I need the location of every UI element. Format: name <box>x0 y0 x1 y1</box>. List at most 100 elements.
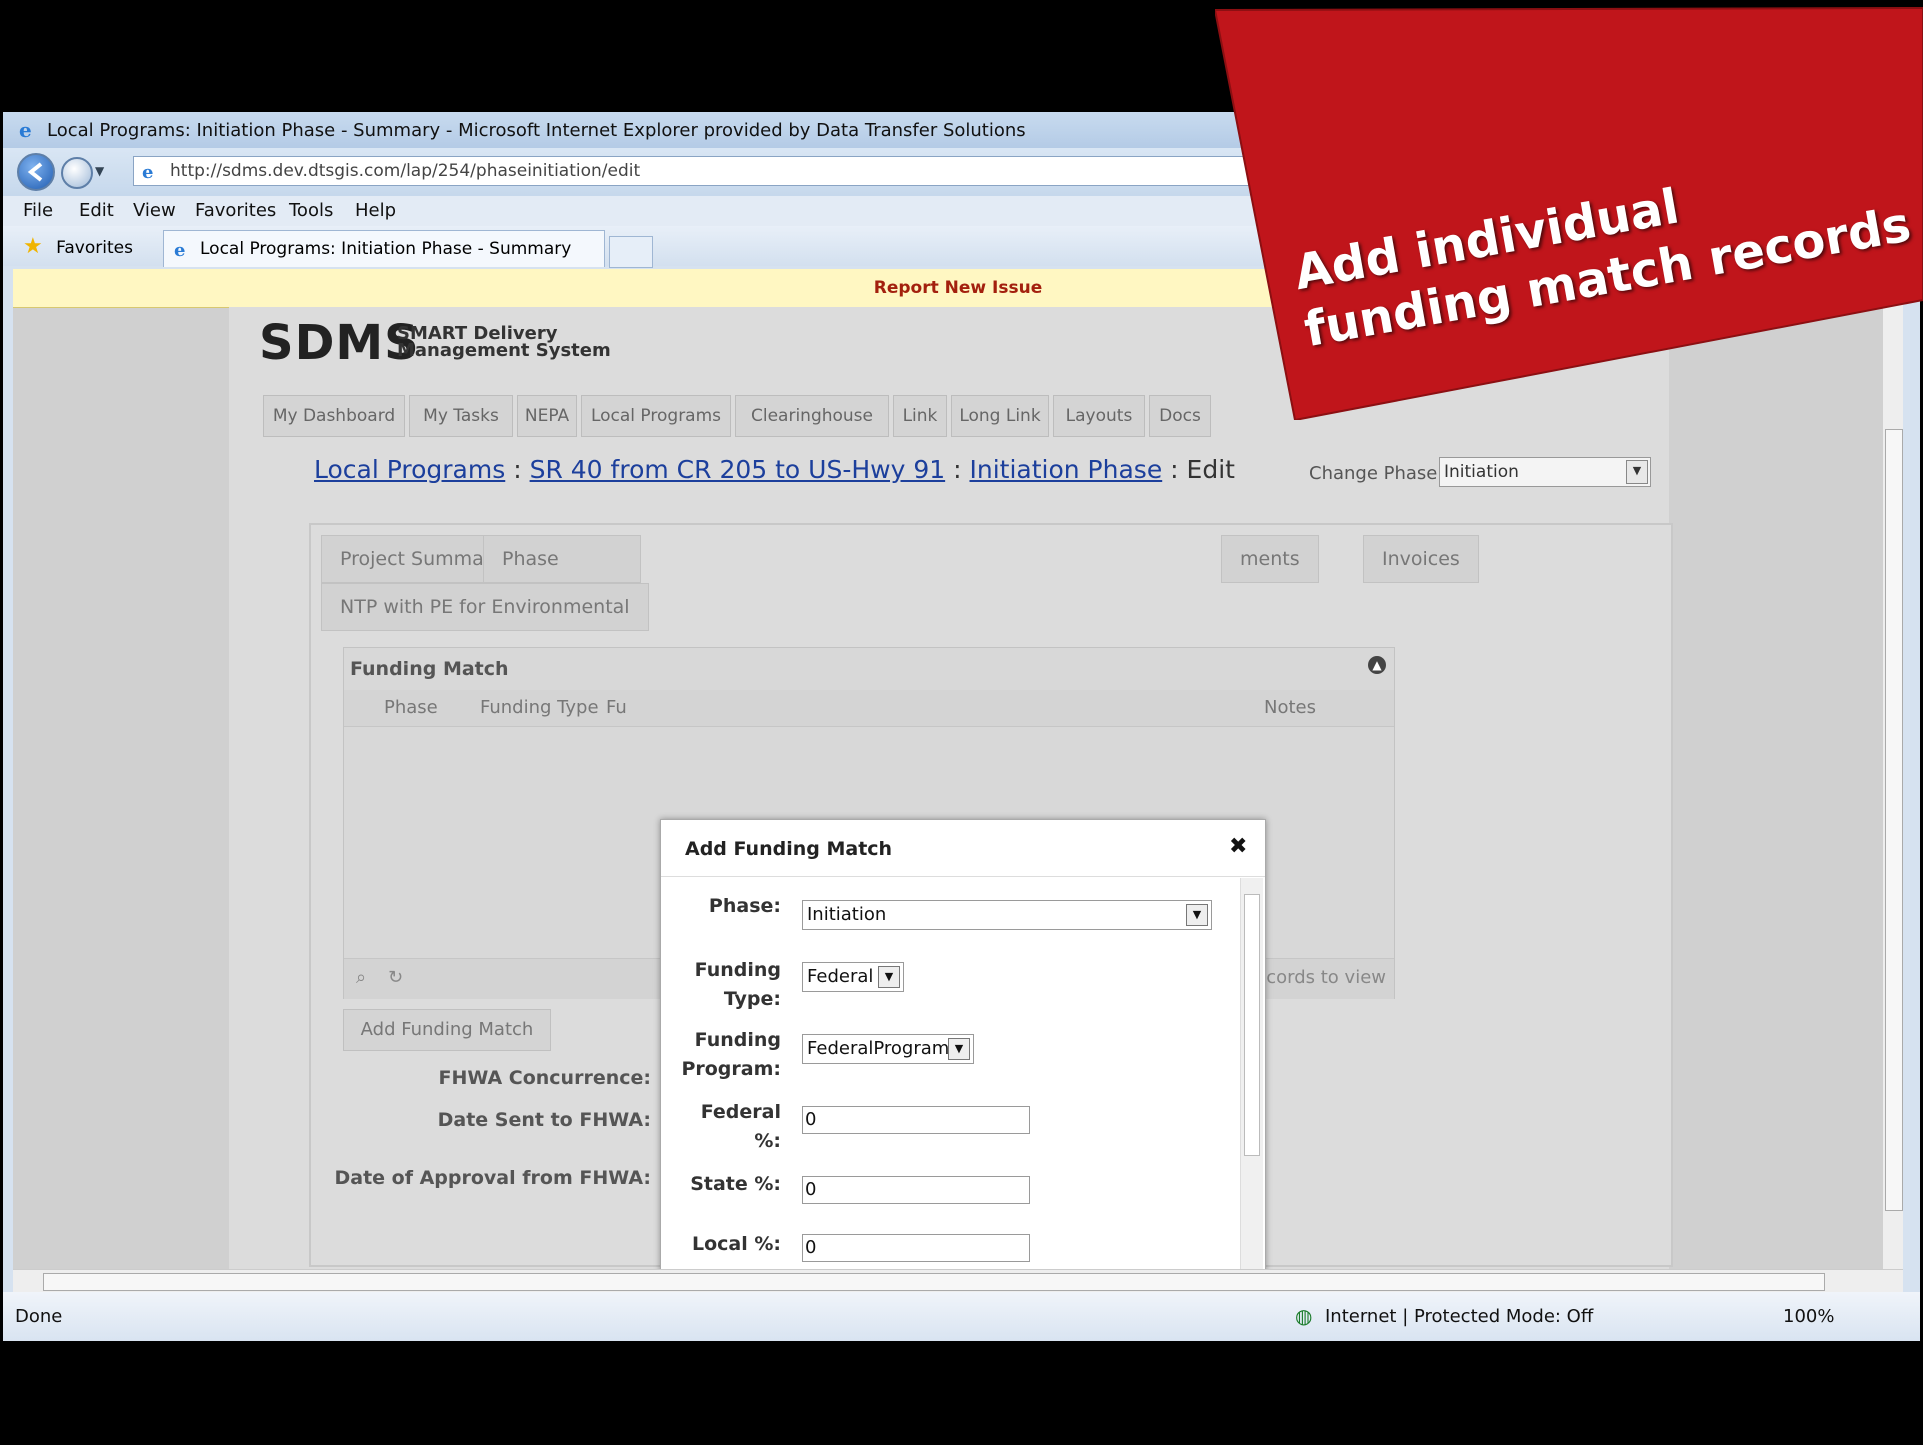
dialog-scrollbar[interactable] <box>1240 878 1263 1269</box>
nav-tab-nepa[interactable]: NEPA <box>517 395 577 437</box>
breadcrumb-local-programs[interactable]: Local Programs <box>314 455 505 484</box>
nav-tab-my-dashboard[interactable]: My Dashboard <box>263 395 405 437</box>
federal-percent-label: Federal %: <box>661 1098 781 1156</box>
status-text: Done <box>15 1306 63 1327</box>
grid-title: Funding Match <box>350 658 509 680</box>
breadcrumb-edit: : Edit <box>1170 455 1235 484</box>
federal-percent-input[interactable]: 0 <box>802 1106 1030 1134</box>
vertical-scroll-thumb[interactable] <box>1885 429 1903 1211</box>
horizontal-scrollbar[interactable] <box>13 1269 1903 1292</box>
funding-program-label: Funding Program: <box>661 1026 781 1084</box>
menu-file[interactable]: File <box>23 200 53 221</box>
tab-attachments[interactable]: ments <box>1221 535 1319 583</box>
add-funding-match-dialog: Add Funding Match ✖ Phase: Initiation ▼ … <box>660 819 1266 1269</box>
funding-program-select[interactable]: FederalProgram ▼ <box>802 1034 974 1064</box>
dialog-scroll-thumb[interactable] <box>1244 894 1260 1156</box>
state-percent-input[interactable]: 0 <box>802 1176 1030 1204</box>
date-approval-label: Date of Approval from FHWA: <box>334 1167 651 1189</box>
funding-type-value: Federal <box>807 966 874 987</box>
federal-percent-label-line2: %: <box>754 1130 781 1152</box>
globe-icon: ◍ <box>1295 1304 1313 1328</box>
tab-ie-icon: e <box>174 240 185 259</box>
add-funding-match-button[interactable]: Add Funding Match <box>343 1009 551 1051</box>
tab-label: Local Programs: Initiation Phase - Summa… <box>200 239 572 259</box>
breadcrumb-phase[interactable]: Initiation Phase <box>969 455 1162 484</box>
breadcrumb: Local Programs : SR 40 from CR 205 to US… <box>314 455 1235 484</box>
federal-percent-label-line1: Federal <box>700 1101 781 1123</box>
phase-select-value: Initiation <box>807 904 887 925</box>
menu-favorites[interactable]: Favorites <box>195 200 276 221</box>
funding-program-label-line1: Funding <box>694 1029 781 1051</box>
nav-tab-link[interactable]: Link <box>893 395 947 437</box>
refresh-icon[interactable]: ↻ <box>388 967 403 988</box>
nav-tab-my-tasks[interactable]: My Tasks <box>409 395 513 437</box>
tab-ntp-pe-environmental[interactable]: NTP with PE for Environmental <box>321 583 649 631</box>
search-icon[interactable]: ⌕ <box>356 967 366 988</box>
security-zone[interactable]: Internet | Protected Mode: Off <box>1325 1306 1593 1327</box>
collapse-icon[interactable]: ▲ <box>1368 656 1386 674</box>
nav-tab-layouts[interactable]: Layouts <box>1053 395 1145 437</box>
date-sent-label: Date Sent to FHWA: <box>437 1109 651 1131</box>
menu-view[interactable]: View <box>133 200 176 221</box>
nav-tab-docs[interactable]: Docs <box>1149 395 1211 437</box>
dialog-title: Add Funding Match <box>685 838 893 860</box>
col-phase[interactable]: Phase <box>384 697 438 718</box>
change-phase-select[interactable]: Initiation ▼ <box>1439 457 1651 487</box>
tab-invoices[interactable]: Invoices <box>1363 535 1479 583</box>
nav-tab-clearinghouse[interactable]: Clearinghouse <box>735 395 889 437</box>
menu-edit[interactable]: Edit <box>79 200 114 221</box>
url-text: http://sdms.dev.dtsgis.com/lap/254/phase… <box>170 161 641 181</box>
zoom-level[interactable]: 100% <box>1783 1306 1834 1327</box>
funding-type-label-line2: Type: <box>723 988 781 1010</box>
col-notes[interactable]: Notes <box>1264 697 1316 718</box>
funding-type-label-line1: Funding <box>694 959 781 981</box>
address-bar[interactable]: e http://sdms.dev.dtsgis.com/lap/254/pha… <box>133 156 1255 186</box>
svg-text:e: e <box>174 240 185 259</box>
page-ie-icon: e <box>142 162 153 181</box>
change-phase-label: Change Phase: <box>1309 463 1444 484</box>
phase-select[interactable]: Initiation ▼ <box>802 900 1212 930</box>
grid-columns: Phase Funding Type Fu Notes <box>344 690 1394 727</box>
nav-tab-local-programs[interactable]: Local Programs <box>581 395 731 437</box>
logo-subtitle-line2: Management System <box>397 340 611 361</box>
star-icon: ★ <box>23 234 43 259</box>
favorites-button[interactable]: ★ Favorites <box>23 234 133 259</box>
logo-sdms: SDMS <box>259 315 420 371</box>
back-button[interactable] <box>17 153 55 191</box>
back-arrow-icon <box>27 162 43 182</box>
state-percent-label: State %: <box>690 1173 781 1195</box>
menu-tools[interactable]: Tools <box>289 200 333 221</box>
logo-subtitle: SMART Delivery Management System <box>397 325 611 361</box>
browser-tab[interactable]: e Local Programs: Initiation Phase - Sum… <box>163 230 605 267</box>
dialog-header: Add Funding Match ✖ <box>661 820 1265 877</box>
chevron-down-icon: ▼ <box>948 1038 970 1060</box>
col-funding-program[interactable]: Fu <box>606 697 627 718</box>
col-funding-type[interactable]: Funding Type <box>480 697 599 718</box>
menu-help[interactable]: Help <box>355 200 396 221</box>
fhwa-concurrence-label: FHWA Concurrence: <box>438 1067 651 1089</box>
horizontal-scroll-thumb[interactable] <box>43 1273 1825 1291</box>
favorites-label: Favorites <box>56 238 133 258</box>
grid-header: Funding Match ▲ <box>344 648 1394 691</box>
ie-logo-icon: e <box>19 120 32 140</box>
close-icon[interactable]: ✖ <box>1229 834 1247 859</box>
breadcrumb-separator: : <box>513 455 522 484</box>
tab-phase-summary[interactable]: Phase Summ <box>483 535 641 616</box>
funding-type-select[interactable]: Federal ▼ <box>802 962 904 992</box>
chevron-down-icon: ▼ <box>1186 904 1208 926</box>
svg-text:e: e <box>142 162 153 181</box>
change-phase-value: Initiation <box>1444 462 1519 482</box>
local-percent-input[interactable]: 0 <box>802 1234 1030 1262</box>
phase-label: Phase: <box>708 895 781 917</box>
funding-program-label-line2: Program: <box>681 1058 781 1080</box>
forward-button[interactable] <box>61 157 93 189</box>
breadcrumb-separator: : <box>953 455 962 484</box>
window-title: Local Programs: Initiation Phase - Summa… <box>47 120 1026 141</box>
history-dropdown-icon[interactable]: ▼ <box>95 164 104 178</box>
nav-tab-long-link[interactable]: Long Link <box>951 395 1049 437</box>
local-percent-label: Local %: <box>691 1233 781 1255</box>
funding-program-value: FederalProgram <box>807 1038 950 1059</box>
breadcrumb-project[interactable]: SR 40 from CR 205 to US-Hwy 91 <box>530 455 946 484</box>
svg-text:e: e <box>19 120 32 140</box>
new-tab-button[interactable] <box>609 236 653 268</box>
